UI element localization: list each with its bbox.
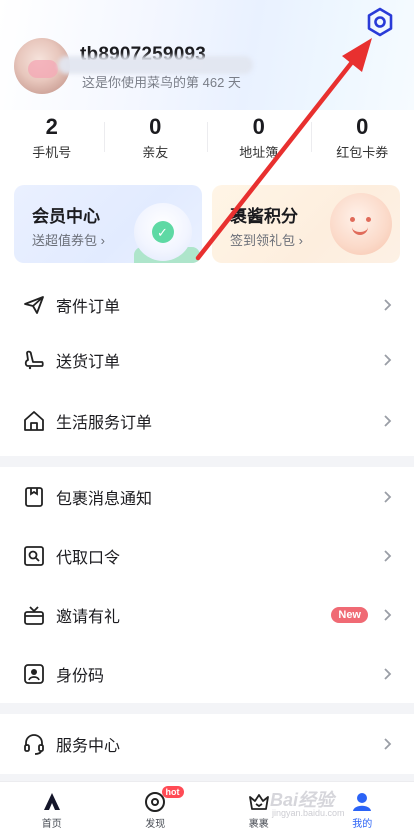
chevron-right-icon (384, 608, 392, 621)
new-badge: New (331, 606, 368, 623)
stat-value: 0 (149, 114, 162, 139)
menu-item-label: 代取口令 (56, 549, 121, 567)
chevron-right-icon (384, 490, 392, 503)
profile-header: tb8907259093 这是你使用菜鸟的第 462 天 (0, 0, 414, 110)
home-icon (24, 411, 44, 431)
menu-item-invite-gift[interactable]: 邀请有礼 New (0, 585, 414, 644)
gift-icon (24, 605, 44, 625)
member-heart-icon: ✓ (134, 203, 192, 261)
crown-icon (248, 794, 269, 810)
points-card[interactable]: 裹酱积分 签到领礼包 › (212, 185, 400, 263)
pickup-code-icon (24, 545, 44, 566)
menu-item-package-notifications[interactable]: 包裹消息通知 (0, 467, 414, 526)
id-code-icon (24, 663, 44, 684)
chevron-right-icon (384, 549, 392, 562)
paper-plane-icon (24, 296, 44, 314)
home-tab-icon (43, 793, 60, 810)
menu-item-label: 送货订单 (56, 353, 121, 371)
tools-menu: 包裹消息通知 代取口令 邀请有礼 New 身份码 (0, 467, 414, 703)
chevron-right-icon (384, 353, 392, 366)
menu-item-label: 包裹消息通知 (56, 490, 153, 508)
stat-phone[interactable]: 2 手机号 (0, 110, 104, 170)
tab-home[interactable]: 首页 (0, 782, 104, 831)
stat-coupons[interactable]: 0 红包卡券 (310, 110, 414, 170)
chevron-right-icon (384, 299, 392, 311)
menu-item-send-orders[interactable]: 寄件订单 (0, 280, 414, 330)
chevron-right-icon (384, 667, 392, 680)
menu-item-label: 邀请有礼 (56, 608, 121, 626)
chevron-right-icon (384, 737, 392, 750)
stat-label: 红包卡券 (336, 145, 389, 160)
headset-icon (24, 733, 44, 755)
menu-item-label: 身份码 (56, 667, 105, 685)
watermark-sub: jingyan.baidu.com (272, 808, 345, 818)
menu-item-delivery-orders[interactable]: 送货订单 (0, 330, 414, 389)
settings-gear-icon[interactable] (364, 6, 396, 38)
member-card-title: 会员中心 (32, 207, 100, 226)
tab-discover[interactable]: hot 发现 (104, 782, 208, 831)
stats-row: 2 手机号 0 亲友 0 地址簿 0 红包卡券 (0, 110, 414, 170)
delivery-icon (24, 350, 44, 369)
days-using-text: 这是你使用菜鸟的第 462 天 (82, 75, 241, 90)
menu-item-life-service-orders[interactable]: 生活服务订单 (0, 389, 414, 453)
service-menu: 服务中心 (0, 714, 414, 774)
tab-label: 首页 (41, 819, 62, 830)
smiley-face-icon (330, 193, 392, 255)
menu-item-service-center[interactable]: 服务中心 (0, 714, 414, 773)
stat-label: 手机号 (32, 145, 72, 160)
stat-address[interactable]: 0 地址簿 (207, 110, 311, 170)
menu-item-label: 寄件订单 (56, 299, 121, 316)
stat-label: 地址簿 (239, 145, 279, 160)
menu-item-label: 生活服务订单 (56, 415, 153, 432)
profile-icon (353, 793, 372, 811)
member-card-subtitle: 送超值券包 › (32, 233, 105, 248)
menu-item-pickup-code[interactable]: 代取口令 (0, 526, 414, 585)
bottom-tab-bar: 首页 hot 发现 裹裹 我的 (0, 781, 414, 831)
hot-badge: hot (161, 786, 184, 798)
member-center-card[interactable]: 会员中心 送超值券包 › ✓ (14, 185, 202, 263)
tab-label: 发现 (145, 819, 166, 830)
stat-family[interactable]: 0 亲友 (103, 110, 208, 170)
stat-value: 0 (356, 114, 369, 139)
menu-item-label: 服务中心 (56, 737, 121, 755)
orders-menu: 寄件订单 送货订单 生活服务订单 (0, 280, 414, 456)
menu-item-id-code[interactable]: 身份码 (0, 644, 414, 703)
points-card-title: 裹酱积分 (230, 207, 298, 226)
promo-cards: 会员中心 送超值券包 › ✓ 裹酱积分 签到领礼包 › (0, 170, 414, 280)
points-card-subtitle: 签到领礼包 › (230, 233, 303, 248)
package-note-icon (25, 486, 43, 507)
chevron-right-icon (384, 415, 392, 427)
stat-value: 2 (45, 114, 58, 139)
stat-label: 亲友 (142, 145, 169, 160)
stat-value: 0 (252, 114, 265, 139)
